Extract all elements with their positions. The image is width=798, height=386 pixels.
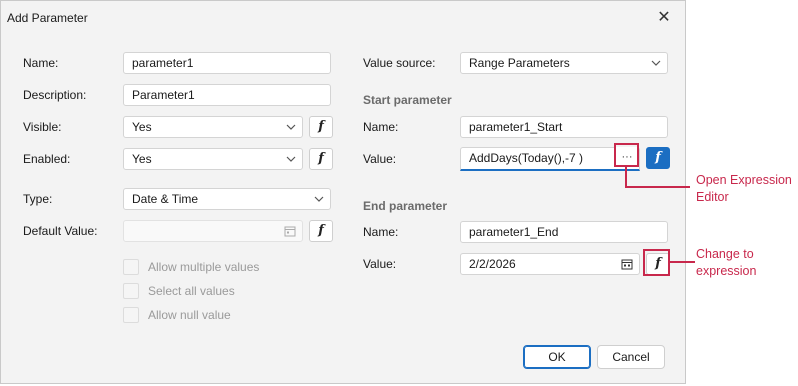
start-value-label: Value: bbox=[363, 152, 397, 166]
function-highlight bbox=[643, 249, 670, 276]
annotation-lines bbox=[625, 167, 690, 188]
visible-select[interactable]: Yes bbox=[123, 116, 303, 138]
default-value-input[interactable] bbox=[123, 220, 303, 242]
type-label: Type: bbox=[23, 192, 53, 206]
description-input[interactable]: Parameter1 bbox=[123, 84, 331, 106]
checkbox-box bbox=[123, 259, 139, 275]
start-name-input[interactable]: parameter1_Start bbox=[460, 116, 668, 138]
title-bar: Add Parameter ✕ bbox=[1, 1, 685, 35]
description-label: Description: bbox=[23, 88, 87, 102]
checkbox-box bbox=[123, 307, 139, 323]
change-to-expression-callout: Change to expression bbox=[696, 247, 757, 278]
enabled-label: Enabled: bbox=[23, 152, 71, 166]
default-value-label: Default Value: bbox=[23, 224, 98, 238]
enabled-select[interactable]: Yes bbox=[123, 148, 303, 170]
ok-button[interactable]: OK bbox=[523, 345, 591, 369]
open-expression-editor-callout: Open Expression Editor bbox=[696, 173, 792, 204]
value-source-label: Value source: bbox=[363, 56, 436, 70]
chevron-down-icon bbox=[314, 196, 324, 202]
annotation-line-2 bbox=[669, 261, 695, 263]
cancel-button[interactable]: Cancel bbox=[597, 345, 665, 369]
enabled-expression-button[interactable]: f bbox=[309, 148, 333, 170]
checkbox-box bbox=[123, 283, 139, 299]
chevron-down-icon bbox=[286, 124, 296, 130]
chevron-down-icon bbox=[651, 60, 661, 66]
add-parameter-dialog: Add Parameter ✕ Name: parameter1 Descrip… bbox=[0, 0, 686, 384]
start-parameter-heading: Start parameter bbox=[363, 93, 452, 107]
value-source-select[interactable]: Range Parameters bbox=[460, 52, 668, 74]
start-value-text: AddDays(Today(),-7 ) bbox=[469, 151, 584, 165]
type-value: Date & Time bbox=[132, 192, 199, 206]
value-source-value: Range Parameters bbox=[469, 56, 570, 70]
default-value-expression-button[interactable]: f bbox=[309, 220, 333, 242]
end-parameter-heading: End parameter bbox=[363, 199, 448, 213]
end-value-label: Value: bbox=[363, 257, 397, 271]
visible-expression-button[interactable]: f bbox=[309, 116, 333, 138]
checkbox-label: Allow multiple values bbox=[148, 260, 260, 274]
chevron-down-icon bbox=[286, 156, 296, 162]
visible-value: Yes bbox=[132, 120, 152, 134]
name-input[interactable]: parameter1 bbox=[123, 52, 331, 74]
checkbox-label: Select all values bbox=[148, 284, 235, 298]
dialog-title: Add Parameter bbox=[7, 11, 88, 25]
enabled-value: Yes bbox=[132, 152, 152, 166]
end-value-text: 2/2/2026 bbox=[469, 257, 516, 271]
calendar-icon bbox=[284, 226, 296, 237]
checkbox-label: Allow null value bbox=[148, 308, 231, 322]
visible-label: Visible: bbox=[23, 120, 62, 134]
start-name-label: Name: bbox=[363, 120, 399, 134]
type-select[interactable]: Date & Time bbox=[123, 188, 331, 210]
name-label: Name: bbox=[23, 56, 59, 70]
close-icon[interactable]: ✕ bbox=[655, 9, 673, 27]
end-name-label: Name: bbox=[363, 225, 399, 239]
